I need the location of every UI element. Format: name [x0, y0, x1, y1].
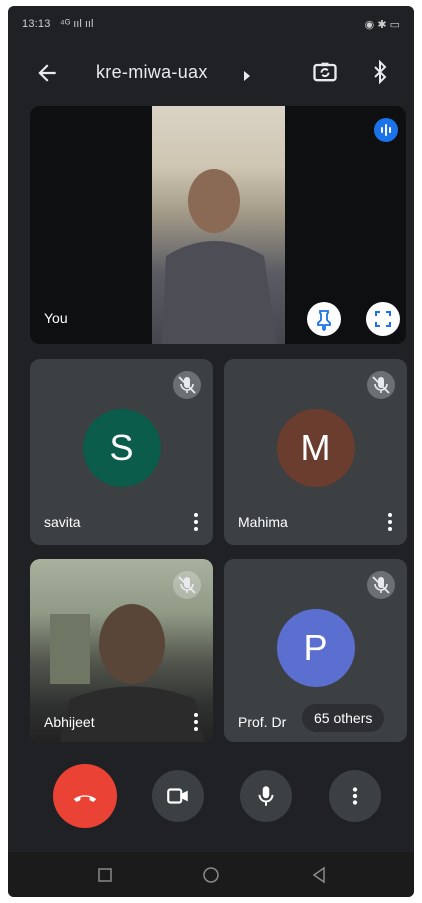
mic-off-icon — [367, 571, 395, 599]
fullscreen-icon — [375, 311, 391, 327]
system-icons: ◉ ✱ ▭ — [364, 19, 400, 31]
pin-button[interactable] — [307, 302, 341, 336]
camera-toggle-button[interactable] — [152, 770, 204, 822]
meeting-code[interactable]: kre-miwa-uax — [96, 62, 208, 83]
meeting-header: kre-miwa-uax — [8, 46, 414, 102]
mic-off-icon — [367, 371, 395, 399]
audio-level-icon — [374, 118, 398, 142]
status-bar: 13:13 ⁴ᴳ ııl ııl ◉ ✱ ▭ — [8, 6, 414, 40]
participant-name: Abhijeet — [44, 714, 95, 730]
avatar: S — [82, 409, 161, 487]
more-vertical-icon[interactable] — [383, 509, 397, 535]
signal-indicator: ⁴ᴳ ııl ııl — [60, 18, 94, 30]
call-end-icon — [73, 795, 97, 802]
more-options-button[interactable] — [329, 770, 381, 822]
others-count-badge[interactable]: 65 others — [302, 704, 385, 732]
mic-off-icon — [173, 571, 201, 599]
switch-camera-icon[interactable] — [311, 58, 339, 86]
hang-up-button[interactable] — [53, 764, 117, 828]
more-vertical-icon[interactable] — [189, 709, 203, 735]
back-arrow-icon[interactable] — [34, 60, 60, 86]
self-video-feed — [152, 106, 285, 344]
recents-icon[interactable] — [96, 866, 114, 884]
more-vertical-icon — [352, 787, 358, 805]
participant-name: savita — [44, 514, 81, 530]
mic-toggle-button[interactable] — [240, 770, 292, 822]
caret-right-icon[interactable] — [242, 68, 252, 86]
self-video-tile[interactable]: You — [30, 106, 406, 344]
participant-name: Prof. Dr — [238, 714, 287, 730]
participant-tile-savita[interactable]: S savita — [30, 359, 213, 545]
more-vertical-icon[interactable] — [189, 509, 203, 535]
home-icon[interactable] — [202, 866, 220, 884]
back-nav-icon[interactable] — [310, 866, 328, 884]
participant-name: Mahima — [238, 514, 288, 530]
status-time: 13:13 — [22, 18, 51, 30]
avatar: P — [276, 609, 355, 687]
participant-tile-abhijeet[interactable]: Abhijeet — [30, 559, 213, 742]
participant-tile-mahima[interactable]: M Mahima — [224, 359, 407, 545]
system-nav-bar — [8, 852, 414, 897]
bluetooth-icon[interactable] — [368, 58, 392, 86]
videocam-icon — [167, 788, 188, 804]
mic-off-icon — [173, 371, 201, 399]
phone-screen: 13:13 ⁴ᴳ ııl ııl ◉ ✱ ▭ kre-miwa-uax You — [8, 6, 414, 897]
avatar: M — [276, 409, 355, 487]
pin-icon — [317, 310, 331, 332]
mic-icon — [258, 786, 274, 806]
fullscreen-button[interactable] — [366, 302, 400, 336]
self-label: You — [44, 310, 68, 326]
